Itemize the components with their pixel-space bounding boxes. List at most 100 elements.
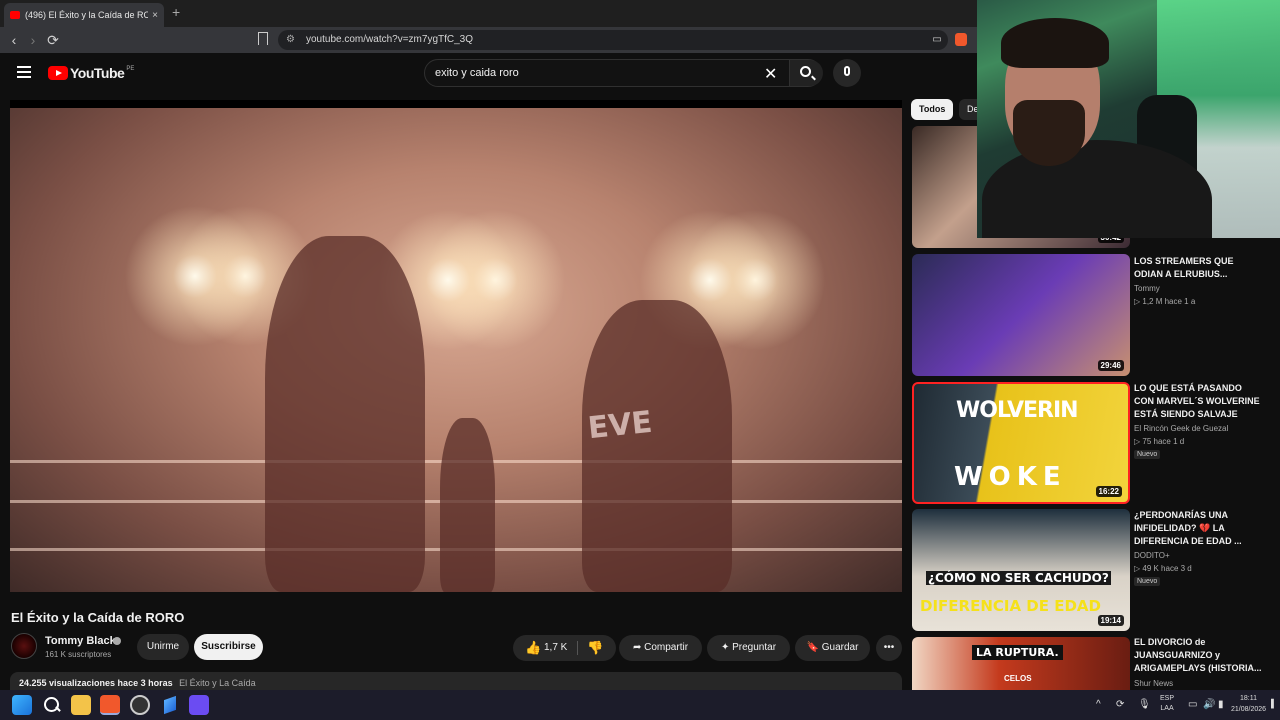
streamer-beard: [1013, 100, 1085, 166]
more-actions-button[interactable]: •••: [876, 635, 902, 661]
video-duration: 29:46: [1097, 360, 1124, 371]
url-field[interactable]: ⚙ youtube.com/watch?v=zm7ygTfC_3Q: [278, 30, 948, 50]
windows-start-icon[interactable]: [12, 695, 32, 715]
tab-close-icon[interactable]: ×: [152, 10, 158, 21]
search-input[interactable]: exito y caida roro: [435, 67, 519, 79]
recommendation-title[interactable]: ¿PERDONARÍAS UNA INFIDELIDAD? 💔 LA DIFER…: [1134, 509, 1262, 548]
language-line-1: ESP: [1160, 695, 1175, 702]
mic-icon[interactable]: 🎙: [1138, 699, 1151, 710]
app-icon[interactable]: [160, 695, 180, 715]
save-button[interactable]: 🔖 Guardar: [795, 635, 870, 661]
search-icon: [800, 66, 811, 77]
jacket-text: EVE: [586, 404, 654, 447]
thumbnail-text: LA RUPTURA.: [972, 645, 1063, 660]
channel-name[interactable]: Tommy Black: [45, 635, 116, 647]
site-settings-icon[interactable]: ⚙: [286, 30, 295, 50]
person-silhouette: [265, 236, 425, 592]
search-icon[interactable]: [42, 695, 62, 715]
youtube-header: YouTube PE exito y caida roro ✕: [0, 53, 976, 93]
recommendation-title[interactable]: LOS STREAMERS QUE ODIAN A ELRUBIUS...: [1134, 255, 1262, 281]
file-explorer-icon[interactable]: [71, 695, 91, 715]
thumbnail-text: WOLVERIN: [956, 398, 1079, 423]
country-code: PE: [126, 66, 135, 72]
divider: [577, 641, 578, 655]
verified-check-icon: [113, 637, 121, 645]
recommendation-meta: ▷ 75 hace 1 d: [1134, 437, 1185, 446]
clock-date: 21/08/2026: [1231, 706, 1267, 713]
youtube-play-icon: [48, 66, 68, 80]
notification-icon[interactable]: ▌: [1271, 699, 1277, 708]
bookmark-icon[interactable]: [258, 32, 268, 45]
sync-icon[interactable]: ⟳: [1116, 699, 1124, 710]
thumbnail-text: ¿CÓMO NO SER CACHUDO?: [926, 571, 1111, 585]
battery-icon[interactable]: ▮: [1218, 699, 1224, 710]
person-silhouette: [440, 418, 495, 592]
like-count[interactable]: 1,7 K: [544, 635, 567, 661]
subscriber-count: 161 K suscriptores: [45, 650, 112, 659]
subscribe-button[interactable]: Suscribirse: [194, 634, 263, 660]
recommendation-thumbnail[interactable]: 29:46: [912, 254, 1130, 376]
url-text: youtube.com/watch?v=zm7ygTfC_3Q: [306, 34, 474, 45]
thumbs-down-icon[interactable]: 👎: [587, 635, 603, 661]
person-silhouette: [582, 300, 732, 592]
share-button[interactable]: ➦ Compartir: [619, 635, 702, 661]
recommendation-thumbnail[interactable]: WOLVERIN WOKE 16:22: [912, 382, 1130, 504]
thumbnail-text: CELOS: [1004, 674, 1032, 683]
video-frame: EVE: [10, 108, 902, 592]
recommendation-channel[interactable]: El Rincón Geek de Guezal: [1134, 424, 1228, 433]
video-player[interactable]: EVE: [10, 100, 902, 592]
cast-icon[interactable]: ▭: [928, 31, 946, 49]
system-clock[interactable]: 18:11 21/08/2026: [1231, 693, 1266, 715]
like-dislike-group: 👍 1,7 K 👎: [513, 635, 616, 661]
forward-arrow-icon[interactable]: ›: [24, 31, 42, 49]
monitor-icon[interactable]: ▭: [1188, 699, 1197, 710]
recommendation-thumbnail[interactable]: ¿CÓMO NO SER CACHUDO? DIFERENCIA DE EDAD…: [912, 509, 1130, 631]
youtube-favicon-icon: [10, 11, 20, 19]
save-label: Guardar: [821, 642, 859, 653]
recommendation-title[interactable]: LO QUE ESTÁ PASANDO CON MARVEL´S WOLVERI…: [1134, 382, 1262, 421]
thumbs-up-icon[interactable]: 👍: [525, 635, 541, 661]
tab-title: (496) El Éxito y la Caída de RORO: [25, 10, 149, 20]
recommendation-channel[interactable]: Shur News: [1134, 679, 1173, 688]
video-title: El Éxito y la Caída de RORO: [11, 610, 185, 625]
reload-icon[interactable]: ⟳: [44, 31, 62, 49]
channel-avatar[interactable]: [11, 633, 37, 659]
sparkle-icon: ✦: [720, 642, 733, 653]
streamer-webcam: [977, 0, 1280, 238]
video-duration: 19:14: [1097, 615, 1124, 626]
ask-label: Preguntar: [732, 642, 777, 653]
new-tab-button[interactable]: +: [172, 4, 180, 20]
app-grid-icon[interactable]: [189, 695, 209, 715]
streamer-hair: [1001, 18, 1109, 68]
browser-tab[interactable]: (496) El Éxito y la Caída de RORO ×: [4, 3, 164, 27]
obs-icon[interactable]: [130, 695, 150, 715]
voice-search-button[interactable]: [833, 59, 861, 87]
hamburger-menu-icon[interactable]: [17, 66, 31, 78]
ask-button[interactable]: ✦ Preguntar: [707, 635, 790, 661]
speaker-icon[interactable]: 🔊: [1203, 699, 1215, 710]
video-duration: 16:22: [1095, 486, 1122, 497]
chip-all[interactable]: Todos: [911, 99, 954, 120]
language-indicator[interactable]: ESP LAA: [1160, 694, 1174, 714]
thumbnail-text: WOKE: [954, 462, 1067, 492]
recommendation-title[interactable]: EL DIVORCIO de JUANSGUARNIZO y ARIGAMEPL…: [1134, 636, 1262, 675]
share-arrow-icon: ➦: [632, 642, 645, 653]
recommendation-channel[interactable]: Tommy: [1134, 284, 1160, 293]
search-box[interactable]: exito y caida roro ✕: [424, 59, 823, 87]
recommendation-thumbnail[interactable]: LA RUPTURA. CELOS: [912, 637, 1130, 690]
brave-shields-icon[interactable]: [955, 33, 967, 46]
recommendation-channel[interactable]: DODITO+: [1134, 551, 1170, 560]
join-button[interactable]: Unirme: [137, 634, 189, 660]
windows-taskbar: ^ ⟳ 🎙 ▭ 🔊 ▮ ▌: [0, 690, 1280, 720]
chevron-up-icon[interactable]: ^: [1096, 699, 1101, 710]
new-badge: Nuevo: [1134, 450, 1161, 459]
hashtag[interactable]: El Éxito y La Caída: [179, 678, 256, 688]
brave-browser-icon[interactable]: [100, 695, 120, 715]
search-button[interactable]: [789, 60, 823, 86]
back-arrow-icon[interactable]: ‹: [5, 31, 23, 49]
youtube-logo[interactable]: YouTube PE: [48, 65, 134, 81]
clear-search-icon[interactable]: ✕: [764, 64, 777, 84]
new-badge: Nuevo: [1134, 577, 1161, 586]
bookmark-icon: 🔖: [806, 642, 822, 653]
thumbnail-text: DIFERENCIA DE EDAD: [920, 597, 1101, 615]
